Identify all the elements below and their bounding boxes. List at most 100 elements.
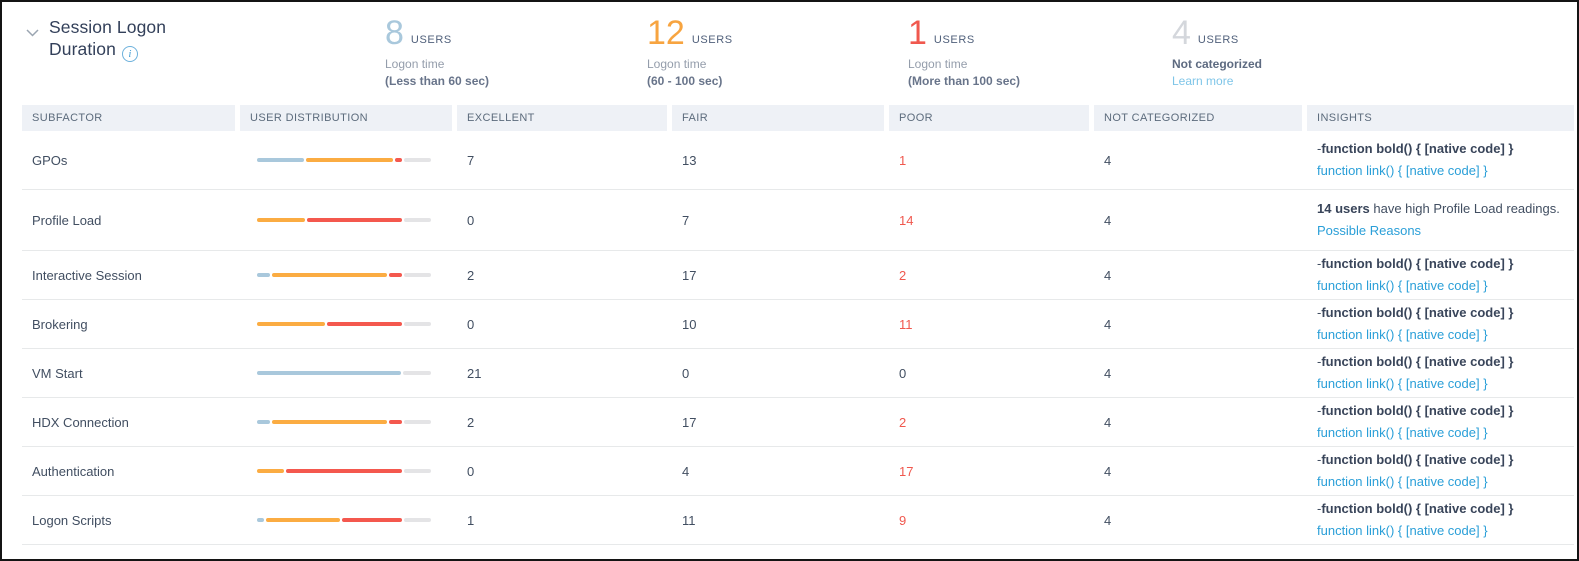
stat-count: 1 <box>908 14 927 52</box>
table-row: Interactive Session 2 17 2 4 -function b… <box>22 251 1574 300</box>
table-row: HDX Connection 2 17 2 4 -function bold()… <box>22 398 1574 447</box>
stat-unit: USERS <box>410 34 452 46</box>
table-row: Logon Scripts 1 11 9 4 -function bold() … <box>22 496 1574 545</box>
insight-cell: -function bold() { [native code] } funct… <box>1307 500 1574 540</box>
stat-unit: USERS <box>1197 34 1239 46</box>
distribution-segment-fair <box>306 158 394 162</box>
distribution-segment-not_categorized <box>404 420 431 424</box>
col-header-subfactor: SUBFACTOR <box>22 105 235 131</box>
distribution-segment-not_categorized <box>404 158 431 162</box>
user-distribution-cell <box>240 469 452 473</box>
table-header: SUBFACTOR USER DISTRIBUTION EXCELLENT FA… <box>22 105 1574 131</box>
subfactor-label: Authentication <box>32 463 115 479</box>
poor-value: 17 <box>899 463 914 479</box>
possible-reasons-link[interactable]: function link() { [native code] } <box>1317 277 1574 295</box>
insight-line: -function bold() { [native code] } <box>1317 353 1574 371</box>
distribution-segment-fair <box>257 469 285 473</box>
possible-reasons-link[interactable]: function link() { [native code] } <box>1317 326 1574 344</box>
page-title: Session Logon Duration i <box>49 16 207 62</box>
subfactor-label: Interactive Session <box>32 267 142 283</box>
user-distribution-cell <box>240 420 452 424</box>
stat-excellent-users: 8 USERS Logon time (Less than 60 sec) <box>385 16 489 88</box>
insight-line: -function bold() { [native code] } <box>1317 255 1574 273</box>
fair-value: 17 <box>682 267 697 283</box>
fair-value: 10 <box>682 316 697 332</box>
insight-line: -function bold() { [native code] } <box>1317 402 1574 420</box>
learn-more-link[interactable]: Learn more <box>1172 74 1262 88</box>
stat-not-categorized-users: 4 USERS Not categorized Learn more <box>1172 16 1262 88</box>
possible-reasons-link[interactable]: function link() { [native code] } <box>1317 162 1574 180</box>
user-distribution-cell <box>240 218 452 222</box>
distribution-segment-not_categorized <box>403 322 431 326</box>
distribution-segment-poor <box>286 469 402 473</box>
user-distribution-bar <box>257 371 431 375</box>
excellent-value: 2 <box>467 414 475 430</box>
possible-reasons-link[interactable]: Possible Reasons <box>1317 222 1574 240</box>
info-icon[interactable]: i <box>121 46 138 62</box>
insight-bold-text: function bold() { [native code] } <box>1321 501 1514 516</box>
poor-value: 2 <box>899 267 907 283</box>
distribution-segment-poor <box>306 218 402 222</box>
subfactor-label: Brokering <box>32 316 88 332</box>
poor-value: 1 <box>899 152 907 168</box>
user-distribution-bar <box>257 273 431 277</box>
insight-bold-text: function bold() { [native code] } <box>1321 305 1514 320</box>
stat-fair-users: 12 USERS Logon time (60 - 100 sec) <box>647 16 733 88</box>
stat-count-row: 1 USERS <box>908 16 1020 50</box>
distribution-segment-not_categorized <box>403 469 431 473</box>
excellent-value: 0 <box>467 212 475 228</box>
excellent-value: 0 <box>467 463 475 479</box>
distribution-segment-fair <box>265 518 340 522</box>
distribution-segment-excellent <box>257 371 402 375</box>
stat-range: (60 - 100 sec) <box>647 74 723 88</box>
excellent-value: 1 <box>467 512 475 528</box>
stat-unit: USERS <box>691 34 733 46</box>
stat-caption: Not categorized <box>1172 57 1263 71</box>
insight-line: -function bold() { [native code] } <box>1317 304 1574 322</box>
insight-bold-text: function bold() { [native code] } <box>1321 141 1514 156</box>
fair-value: 4 <box>682 463 690 479</box>
insight-line: -function bold() { [native code] } <box>1317 500 1574 518</box>
possible-reasons-link[interactable]: function link() { [native code] } <box>1317 522 1574 540</box>
subfactor-label: HDX Connection <box>32 414 129 430</box>
subfactor-label: Profile Load <box>32 212 102 228</box>
distribution-segment-fair <box>257 322 325 326</box>
subfactor-label: VM Start <box>32 365 83 381</box>
subfactor-label: Logon Scripts <box>32 512 112 528</box>
poor-value: 2 <box>899 414 907 430</box>
not-categorized-value: 4 <box>1104 365 1112 381</box>
stat-caption: Logon time <box>647 57 707 71</box>
fair-value: 7 <box>682 212 690 228</box>
user-distribution-bar <box>257 218 431 222</box>
user-distribution-bar <box>257 322 431 326</box>
distribution-segment-not_categorized <box>403 371 431 375</box>
distribution-segment-excellent <box>257 158 305 162</box>
chevron-down-icon[interactable] <box>26 24 39 42</box>
distribution-segment-poor <box>388 420 403 424</box>
insight-bold-text: function bold() { [native code] } <box>1321 354 1514 369</box>
distribution-segment-poor <box>327 322 402 326</box>
user-distribution-bar <box>257 158 431 162</box>
insight-cell: -function bold() { [native code] } funct… <box>1307 353 1574 393</box>
stat-count-row: 12 USERS <box>647 16 733 50</box>
possible-reasons-link[interactable]: function link() { [native code] } <box>1317 375 1574 393</box>
user-distribution-cell <box>240 322 452 326</box>
stat-caption: Logon time <box>908 57 968 71</box>
col-header-fair: FAIR <box>672 105 884 131</box>
panel-title-text: Session Logon Duration <box>49 17 167 59</box>
not-categorized-value: 4 <box>1104 512 1112 528</box>
insight-line: -function bold() { [native code] } <box>1317 451 1574 469</box>
user-distribution-bar <box>257 518 431 522</box>
not-categorized-value: 4 <box>1104 414 1112 430</box>
possible-reasons-link[interactable]: function link() { [native code] } <box>1317 424 1574 442</box>
user-distribution-cell <box>240 518 452 522</box>
possible-reasons-link[interactable]: function link() { [native code] } <box>1317 473 1574 491</box>
panel-header: Session Logon Duration i <box>26 16 207 62</box>
fair-value: 17 <box>682 414 697 430</box>
col-header-poor: POOR <box>889 105 1089 131</box>
col-header-not-categorized: NOT CATEGORIZED <box>1094 105 1302 131</box>
excellent-value: 0 <box>467 316 475 332</box>
distribution-segment-not_categorized <box>404 518 431 522</box>
distribution-segment-not_categorized <box>403 218 431 222</box>
excellent-value: 21 <box>467 365 482 381</box>
